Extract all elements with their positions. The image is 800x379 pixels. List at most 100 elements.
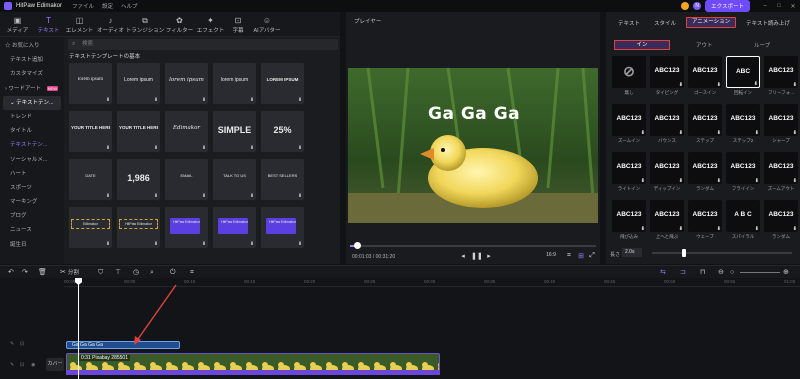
text-clip[interactable]: Ga Ga Ga Ga (66, 341, 180, 349)
download-icon[interactable]: ⬇ (105, 193, 111, 199)
template-tile[interactable]: HitPaw Edimakor ⬇ (165, 207, 208, 248)
download-icon[interactable]: ⬇ (793, 226, 797, 232)
tab-text-to-speech[interactable]: テキスト読み上げ (746, 19, 790, 27)
download-icon[interactable]: ⬇ (105, 145, 111, 151)
download-icon[interactable]: ⬇ (641, 226, 645, 232)
sidebar-item-text-templates-sub[interactable]: テキストテン... (0, 138, 64, 152)
tab-style[interactable]: スタイル (654, 19, 676, 27)
animation-preset[interactable]: ABC123 ⬇ (764, 104, 798, 136)
download-icon[interactable]: ⬇ (679, 130, 683, 136)
download-icon[interactable]: ⬇ (297, 97, 303, 103)
template-tile[interactable]: LOREM IPSUM ⬇ (261, 63, 304, 104)
download-icon[interactable]: ⬇ (201, 97, 207, 103)
search-input[interactable]: ⌕ 検索 (68, 39, 338, 50)
sidebar-item-wordart[interactable]: › ワードアート NEW (0, 82, 64, 96)
template-tile[interactable]: lorem ipsum ⬇ (69, 63, 112, 104)
tab-transition[interactable]: ⧉ トランジション (126, 14, 165, 36)
download-icon[interactable]: ⬇ (641, 130, 645, 136)
download-icon[interactable]: ⬇ (717, 130, 721, 136)
duration-slider[interactable] (652, 252, 792, 254)
download-icon[interactable]: ⬇ (201, 241, 207, 247)
download-icon[interactable]: ⬇ (153, 193, 159, 199)
sidebar-item-news[interactable]: ニュース (0, 223, 64, 237)
animation-preset[interactable]: ABC123 ⬇ (726, 152, 760, 184)
animation-preset[interactable]: ABC123 ⬇ (650, 200, 684, 232)
segment-out[interactable]: アウト (696, 41, 713, 49)
animation-preset[interactable]: ABC123 ⬇ (612, 152, 646, 184)
sidebar-item-blog[interactable]: ブログ (0, 209, 64, 223)
template-tile[interactable]: EMAIL ⬇ (165, 159, 208, 200)
template-tile[interactable]: Edimakor ⬇ (69, 207, 112, 248)
template-tile[interactable]: YOUR TITLE HERE ⬇ (69, 111, 112, 152)
download-icon[interactable]: ⬇ (249, 193, 255, 199)
template-tile[interactable]: Edimakor ⬇ (165, 111, 208, 152)
animation-preset[interactable]: ABC123 ⬇ (688, 104, 722, 136)
animation-preset[interactable]: ⊘ (612, 56, 646, 88)
download-icon[interactable]: ⬇ (717, 178, 721, 184)
template-tile[interactable]: 25% ⬇ (261, 111, 304, 152)
template-tile[interactable]: lorem ipsum ⬇ (213, 63, 256, 104)
animation-preset[interactable]: ABC123 ⬇ (688, 200, 722, 232)
close-icon[interactable]: ✕ (786, 3, 800, 10)
segment-loop[interactable]: ループ (754, 41, 770, 49)
player-progress-thumb[interactable] (354, 242, 361, 249)
download-icon[interactable]: ⬇ (679, 178, 683, 184)
download-icon[interactable]: ⬇ (679, 82, 683, 88)
template-tile[interactable]: DATE ⬇ (69, 159, 112, 200)
caption-overlay[interactable]: Ga Ga Ga (428, 104, 520, 124)
animation-preset[interactable]: ABC123 ⬇ (764, 200, 798, 232)
download-icon[interactable]: ⬇ (754, 81, 758, 87)
animation-preset[interactable]: ABC123 ⬇ (612, 104, 646, 136)
time-ruler[interactable]: 00:00 00:05 00:10 00:15 00:20 00:25 00:30 00:35… (64, 278, 800, 287)
track-mute-icon[interactable]: ◉ (31, 362, 35, 368)
download-icon[interactable]: ⬇ (679, 226, 683, 232)
template-tile[interactable]: HitPaw Edimakor ⬇ (213, 207, 256, 248)
animation-preset[interactable]: ABC123 ⬇ (764, 56, 798, 88)
download-icon[interactable]: ⬇ (249, 97, 255, 103)
sidebar-item-title[interactable]: タイトル (0, 124, 64, 138)
minimize-icon[interactable]: – (758, 3, 772, 9)
redo-icon[interactable]: ↷ (22, 267, 28, 278)
sidebar-item-text-templates[interactable]: ⌄ テキストテン... (3, 95, 61, 110)
track-edit-icon[interactable]: ✎ (10, 341, 14, 347)
animation-preset[interactable]: ABC123 ⬇ (688, 56, 722, 88)
freeze-icon[interactable]: ◷ (133, 267, 139, 278)
tab-media[interactable]: ▣ メディア (2, 14, 33, 36)
undo-icon[interactable]: ↶ (8, 267, 14, 278)
sidebar-item-sports[interactable]: スポーツ (0, 181, 64, 195)
template-tile[interactable]: Lorem ipsum ⬇ (117, 63, 160, 104)
tab-text-props[interactable]: テキスト (618, 19, 640, 27)
marker-icon[interactable]: ⛉ (98, 267, 103, 278)
sidebar-item-add-text[interactable]: テキスト追加 (0, 53, 64, 67)
tab-text[interactable]: T テキスト (33, 14, 64, 36)
sidebar-item-marking[interactable]: マーキング (0, 195, 64, 209)
detach-audio-icon[interactable]: ⌕ (150, 267, 154, 278)
download-icon[interactable]: ⬇ (249, 145, 255, 151)
next-frame-icon[interactable]: ▸ (484, 252, 494, 260)
speed-icon[interactable]: ⏻ (170, 267, 176, 278)
grid-icon[interactable]: ⊞ (576, 252, 586, 260)
template-tile[interactable]: BEST SELLERS ⬇ (261, 159, 304, 200)
template-tile[interactable]: lorem ipsum ⬇ (165, 63, 208, 104)
segment-in[interactable]: イン (614, 40, 670, 50)
sidebar-item-customize[interactable]: カスタマイズ (0, 67, 64, 81)
download-icon[interactable]: ⬇ (153, 97, 159, 103)
magnet-icon[interactable]: ⊓ (700, 267, 705, 278)
sidebar-item-social[interactable]: ソーシャルメ... (0, 153, 64, 167)
template-tile[interactable]: 1,986 ⬇ (117, 159, 160, 200)
animation-preset[interactable]: ABC123 ⬇ (688, 152, 722, 184)
animation-preset[interactable]: ABC123 ⬇ (726, 104, 760, 136)
duration-slider-thumb[interactable] (682, 249, 686, 257)
delete-icon[interactable]: 🗑 (38, 267, 47, 278)
tab-elements[interactable]: ◫ エレメント (64, 14, 95, 36)
zoom-slider-thumb-icon[interactable]: ○ (730, 267, 734, 278)
crop-tool-icon[interactable]: ⌗ (190, 267, 194, 278)
sidebar-item-birthday[interactable]: 誕生日 (0, 238, 64, 252)
fullscreen-icon[interactable]: ⤢ (587, 252, 597, 260)
download-icon[interactable]: ⬇ (793, 82, 797, 88)
crop-icon[interactable]: ⌗ (564, 252, 574, 260)
video-preview[interactable]: Ga Ga Ga (348, 68, 598, 223)
menu-help[interactable]: ヘルプ (121, 2, 138, 10)
avatar[interactable]: N (693, 2, 702, 10)
pause-icon[interactable]: ❚❚ (471, 252, 483, 260)
